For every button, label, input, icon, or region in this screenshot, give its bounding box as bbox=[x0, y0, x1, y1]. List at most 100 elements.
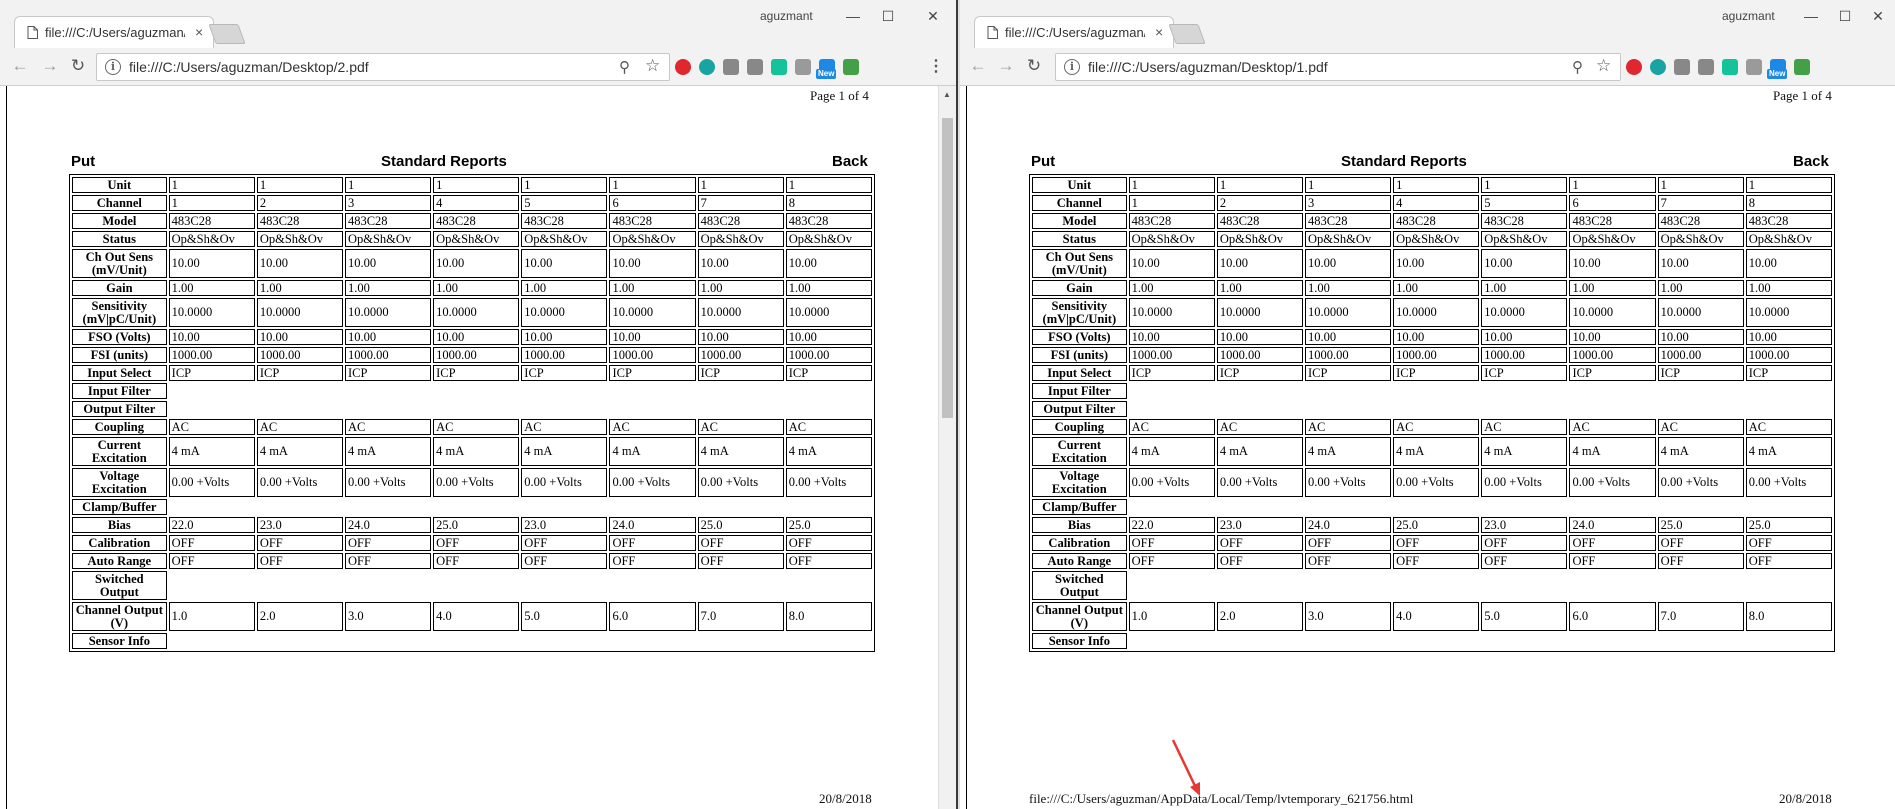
table-cell: 1.00 bbox=[609, 280, 696, 296]
row-label: Input Filter bbox=[72, 383, 167, 399]
tab-active[interactable]: file:///C:/Users/aguzman/ × bbox=[974, 16, 1174, 48]
new-extension-icon[interactable]: New bbox=[816, 59, 837, 79]
table-cell: 1.00 bbox=[256, 280, 343, 296]
table-cell: 10.00 bbox=[1216, 329, 1303, 345]
m-extension-icon[interactable] bbox=[699, 59, 715, 75]
back-arrow-icon[interactable]: ← bbox=[8, 54, 32, 78]
back-heading: Back bbox=[832, 153, 868, 170]
sr-extension-icon[interactable] bbox=[1674, 59, 1690, 75]
flag-extension-icon[interactable] bbox=[747, 59, 763, 75]
image-extension-icon[interactable] bbox=[1746, 59, 1762, 75]
table-cell: 1 bbox=[344, 177, 432, 193]
address-url[interactable]: file:///C:/Users/aguzman/Desktop/1.pdf bbox=[1088, 59, 1328, 75]
table-row: Switched Output bbox=[1032, 571, 1832, 600]
row-label: Bias bbox=[1032, 517, 1127, 533]
table-cell: AC bbox=[1657, 419, 1744, 435]
empty-cell bbox=[1129, 401, 1832, 417]
save-extension-icon[interactable] bbox=[843, 59, 859, 75]
table-cell: 0.00 +Volts bbox=[1481, 468, 1568, 497]
table-cell: 1000.00 bbox=[344, 347, 432, 363]
profile-name[interactable]: aguzmant bbox=[1722, 9, 1775, 23]
table-cell: OFF bbox=[609, 553, 696, 569]
toolbar: ← → ↻ i file:///C:/Users/aguzman/Desktop… bbox=[960, 48, 1895, 86]
empty-cell bbox=[169, 571, 872, 600]
table-cell: 25.0 bbox=[1393, 517, 1480, 533]
tab-close-icon[interactable]: × bbox=[195, 23, 203, 41]
star-icon[interactable]: ☆ bbox=[645, 56, 660, 76]
table-cell: 10.00 bbox=[1569, 329, 1656, 345]
scroll-thumb[interactable] bbox=[942, 118, 953, 418]
forward-arrow-icon[interactable]: → bbox=[38, 54, 62, 78]
table-row: Output Filter bbox=[72, 401, 872, 417]
table-cell: 1.00 bbox=[433, 280, 520, 296]
address-bar[interactable]: i file:///C:/Users/aguzman/Desktop/2.pdf… bbox=[96, 53, 670, 81]
opera-icon[interactable] bbox=[675, 59, 691, 75]
maximize-icon[interactable]: ☐ bbox=[873, 4, 903, 28]
flag-extension-icon[interactable] bbox=[1698, 59, 1714, 75]
info-icon[interactable]: i bbox=[1064, 59, 1080, 75]
tab-active[interactable]: file:///C:/Users/aguzman/ × bbox=[14, 16, 214, 48]
table-cell: AC bbox=[1569, 419, 1656, 435]
vertical-scrollbar[interactable]: ▲ bbox=[938, 86, 956, 809]
minimize-icon[interactable]: — bbox=[838, 4, 868, 28]
row-label: FSO (Volts) bbox=[1032, 329, 1127, 345]
table-cell: OFF bbox=[697, 535, 784, 551]
kebab-menu-icon[interactable]: ⋮ bbox=[928, 57, 944, 77]
table-cell: 10.00 bbox=[1393, 329, 1480, 345]
close-window-icon[interactable]: ✕ bbox=[1863, 4, 1893, 28]
table-cell: OFF bbox=[521, 535, 608, 551]
row-label: Input Select bbox=[1032, 365, 1127, 381]
row-label: Input Filter bbox=[1032, 383, 1127, 399]
table-cell: ICP bbox=[433, 365, 520, 381]
new-tab-button[interactable] bbox=[208, 24, 246, 44]
row-label: Voltage Excitation bbox=[72, 468, 167, 497]
tab-close-icon[interactable]: × bbox=[1155, 23, 1163, 41]
table-cell: Op&Sh&Ov bbox=[521, 231, 608, 247]
table-cell: 1.00 bbox=[1481, 280, 1568, 296]
table-cell: 483C28 bbox=[168, 213, 255, 229]
table-cell: 2.0 bbox=[1216, 602, 1303, 631]
grammarly-icon[interactable] bbox=[1722, 59, 1738, 75]
back-arrow-icon[interactable]: ← bbox=[966, 54, 990, 78]
row-label: Sensitivity (mV|pC/Unit) bbox=[72, 298, 167, 327]
table-cell: OFF bbox=[1304, 535, 1392, 551]
table-cell: 1000.00 bbox=[1216, 347, 1303, 363]
close-window-icon[interactable]: ✕ bbox=[918, 4, 948, 28]
star-icon[interactable]: ☆ bbox=[1596, 56, 1611, 76]
save-extension-icon[interactable] bbox=[1794, 59, 1810, 75]
table-cell: 10.0000 bbox=[1569, 298, 1656, 327]
table-cell: ICP bbox=[1304, 365, 1392, 381]
table-cell: 4 mA bbox=[1216, 437, 1303, 466]
row-label: Input Select bbox=[72, 365, 167, 381]
scroll-up-icon[interactable]: ▲ bbox=[943, 90, 951, 99]
maximize-icon[interactable]: ☐ bbox=[1830, 4, 1860, 28]
zoom-icon[interactable]: ⚲ bbox=[1572, 58, 1583, 76]
m-extension-icon[interactable] bbox=[1650, 59, 1666, 75]
opera-icon[interactable] bbox=[1626, 59, 1642, 75]
table-cell: 1 bbox=[1569, 177, 1656, 193]
table-cell: 10.00 bbox=[521, 329, 608, 345]
table-cell: 1 bbox=[697, 177, 784, 193]
address-bar[interactable]: i file:///C:/Users/aguzman/Desktop/1.pdf… bbox=[1055, 53, 1621, 81]
table-cell: 483C28 bbox=[785, 213, 872, 229]
new-extension-icon[interactable]: New bbox=[1767, 59, 1788, 79]
reload-icon[interactable]: ↻ bbox=[66, 54, 90, 78]
new-tab-button[interactable] bbox=[1168, 24, 1206, 44]
row-label: Channel bbox=[72, 195, 167, 211]
address-url[interactable]: file:///C:/Users/aguzman/Desktop/2.pdf bbox=[129, 59, 369, 75]
table-cell: 4 mA bbox=[609, 437, 696, 466]
image-extension-icon[interactable] bbox=[795, 59, 811, 75]
profile-name[interactable]: aguzmant bbox=[760, 9, 813, 23]
info-icon[interactable]: i bbox=[105, 59, 121, 75]
sr-extension-icon[interactable] bbox=[723, 59, 739, 75]
zoom-icon[interactable]: ⚲ bbox=[619, 58, 630, 76]
table-cell: Op&Sh&Ov bbox=[433, 231, 520, 247]
reload-icon[interactable]: ↻ bbox=[1022, 54, 1046, 78]
grammarly-icon[interactable] bbox=[771, 59, 787, 75]
minimize-icon[interactable]: — bbox=[1796, 4, 1826, 28]
forward-arrow-icon[interactable]: → bbox=[994, 54, 1018, 78]
row-label: Switched Output bbox=[72, 571, 167, 600]
table-cell: 1 bbox=[609, 177, 696, 193]
table-row: Sensor Info bbox=[72, 633, 872, 649]
table-cell: OFF bbox=[1657, 535, 1744, 551]
